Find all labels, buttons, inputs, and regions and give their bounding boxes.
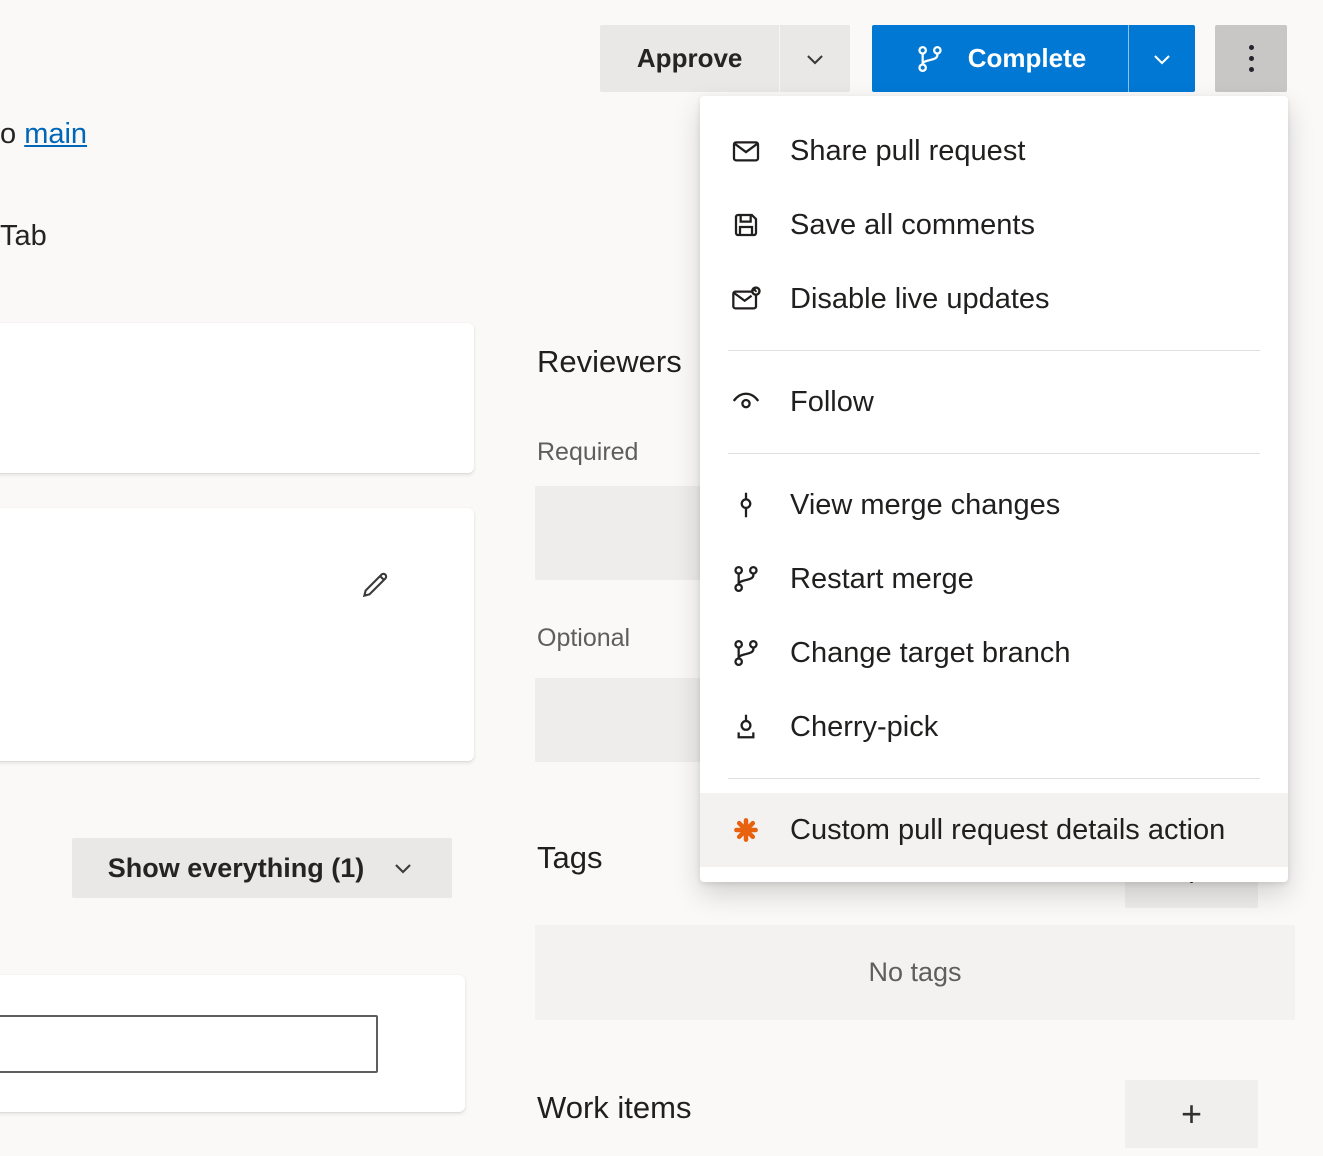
eye-icon xyxy=(728,386,764,418)
chevron-down-icon xyxy=(802,46,828,72)
branch-icon xyxy=(914,43,946,75)
complete-button-label: Complete xyxy=(968,43,1086,74)
menu-item-label: Cherry-pick xyxy=(790,711,938,744)
into-text-fragment: o xyxy=(0,118,16,150)
menu-item-custom-pull-request-details-action[interactable]: Custom pull request details action xyxy=(700,793,1288,867)
comment-input[interactable] xyxy=(0,1015,378,1073)
more-actions-menu: Share pull request Save all comments Dis… xyxy=(700,96,1288,882)
mail-icon xyxy=(728,135,764,167)
branch-icon xyxy=(728,637,764,669)
menu-item-change-target-branch[interactable]: Change target branch xyxy=(700,616,1288,690)
approve-button-label: Approve xyxy=(637,43,742,74)
summary-card xyxy=(0,323,474,473)
show-everything-dropdown[interactable]: Show everything (1) xyxy=(72,838,452,898)
menu-item-disable-live-updates[interactable]: Disable live updates xyxy=(700,262,1288,336)
menu-item-save-all-comments[interactable]: Save all comments xyxy=(700,188,1288,262)
menu-divider xyxy=(728,778,1260,779)
menu-item-follow[interactable]: Follow xyxy=(700,365,1288,439)
comment-card xyxy=(0,975,465,1112)
menu-item-label: Custom pull request details action xyxy=(790,814,1225,847)
tab-text-fragment: Tab xyxy=(0,220,47,253)
menu-divider xyxy=(728,453,1260,454)
vertical-ellipsis-icon xyxy=(1249,45,1254,72)
optional-label: Optional xyxy=(537,624,630,653)
extension-icon xyxy=(728,814,764,846)
complete-split-button: Complete xyxy=(872,25,1195,92)
menu-item-label: Change target branch xyxy=(790,637,1071,670)
branch-icon xyxy=(728,563,764,595)
menu-item-share-pull-request[interactable]: Share pull request xyxy=(700,114,1288,188)
pull-request-page: Approve Complete o main Tab xyxy=(0,0,1323,1156)
complete-button[interactable]: Complete xyxy=(872,25,1128,92)
menu-item-label: Restart merge xyxy=(790,563,974,596)
save-icon xyxy=(728,209,764,241)
menu-item-restart-merge[interactable]: Restart merge xyxy=(700,542,1288,616)
work-items-title: Work items xyxy=(537,1090,691,1126)
chevron-down-icon xyxy=(1149,46,1175,72)
description-card xyxy=(0,508,474,761)
add-work-item-button[interactable]: + xyxy=(1125,1080,1258,1148)
menu-item-label: Save all comments xyxy=(790,209,1035,242)
breadcrumb: o main xyxy=(0,118,87,151)
no-tags-text: No tags xyxy=(868,957,961,988)
tags-title: Tags xyxy=(537,840,602,876)
complete-dropdown-button[interactable] xyxy=(1128,25,1195,92)
menu-item-label: View merge changes xyxy=(790,489,1060,522)
required-label: Required xyxy=(537,438,638,467)
cherry-pick-icon xyxy=(728,711,764,743)
approve-dropdown-button[interactable] xyxy=(779,25,850,92)
menu-item-label: Share pull request xyxy=(790,135,1025,168)
more-actions-button[interactable] xyxy=(1215,25,1287,92)
menu-item-view-merge-changes[interactable]: View merge changes xyxy=(700,468,1288,542)
menu-item-cherry-pick[interactable]: Cherry-pick xyxy=(700,690,1288,764)
menu-item-label: Disable live updates xyxy=(790,283,1050,316)
chevron-down-icon xyxy=(390,855,416,881)
approve-split-button: Approve xyxy=(600,25,850,92)
show-everything-label: Show everything (1) xyxy=(108,853,365,884)
no-tags-box: No tags xyxy=(535,925,1295,1020)
edit-pencil-icon[interactable] xyxy=(358,568,392,602)
menu-divider xyxy=(728,350,1260,351)
approve-button[interactable]: Approve xyxy=(600,25,779,92)
plus-icon: + xyxy=(1181,1093,1202,1135)
mail-badge-icon xyxy=(728,283,764,315)
target-branch-link[interactable]: main xyxy=(24,118,87,150)
reviewers-title: Reviewers xyxy=(537,344,682,380)
commit-icon xyxy=(728,489,764,521)
menu-item-label: Follow xyxy=(790,386,874,419)
